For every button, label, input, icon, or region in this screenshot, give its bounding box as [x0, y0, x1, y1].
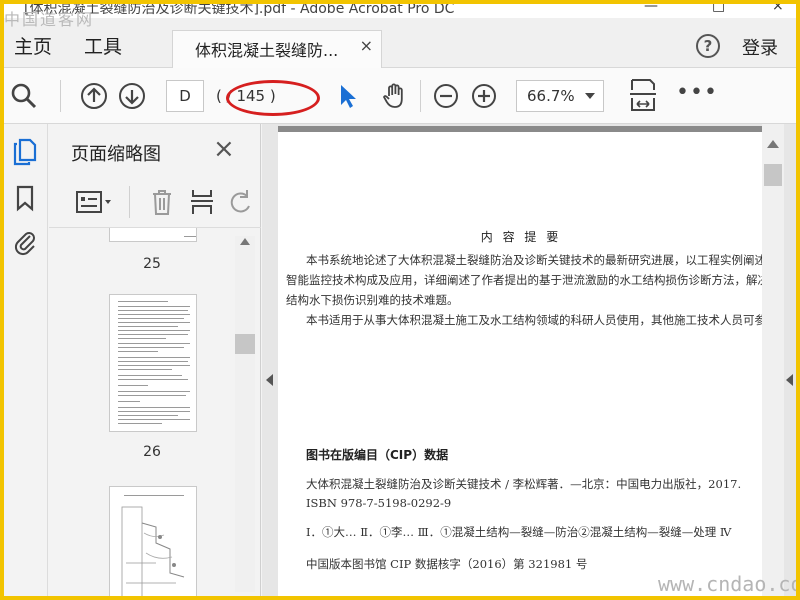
menu-home[interactable]: 主页 [14, 32, 52, 59]
search-icon[interactable] [10, 82, 38, 110]
acrobat-window: [体积混凝土裂缝防治及诊断关键技术].pdf - Adobe Acrobat P… [4, 4, 796, 596]
zoom-select[interactable]: 66.7% [516, 80, 604, 112]
chevron-down-icon [585, 93, 595, 99]
thumbnail-list: 25 26 [49, 228, 261, 596]
cip-heading: 图书在版编目（CIP）数据 [306, 448, 449, 462]
next-page-icon[interactable] [118, 82, 146, 110]
previous-page-icon[interactable] [80, 82, 108, 110]
attachment-icon[interactable] [12, 228, 38, 256]
menu-tools[interactable]: 工具 [84, 32, 122, 59]
zoom-value: 66.7% [527, 87, 575, 105]
panel-close-icon[interactable]: × [213, 134, 235, 164]
thumbnail-label: 25 [143, 256, 161, 272]
annotation-circle [226, 80, 320, 116]
panel-title: 页面缩略图 [71, 144, 161, 165]
delete-page-icon[interactable] [149, 188, 175, 216]
toolbar: D ( / 145 ) 66.7% ••• [4, 68, 796, 124]
maximize-button[interactable]: □ [712, 4, 725, 14]
page-number-input[interactable]: D [166, 80, 204, 112]
document-tab[interactable]: 体积混凝土裂缝防... × [172, 30, 382, 68]
page-paragraph-line: 本书适用于从事大体积混凝土施工及水工结构领域的科研人员使用，其他施工技术人员可参… [306, 313, 764, 327]
expand-right-pane-icon[interactable] [786, 374, 793, 386]
thumbnail-diagram [121, 506, 185, 596]
watermark-top: 中国道客网 [4, 10, 95, 29]
thumbnail-page[interactable] [109, 486, 197, 596]
page-thumbnails-icon[interactable] [12, 138, 38, 166]
more-tools-icon[interactable]: ••• [676, 80, 718, 105]
page-paragraph-line: 本书系统地论述了大体积混凝土裂缝防治及诊断关键技术的最新研究进展，以工程实例阐述… [306, 253, 764, 267]
cip-line: ISBN 978-7-5198-0292-9 [306, 496, 452, 510]
fit-page-icon[interactable] [628, 78, 658, 112]
page-paragraph-line: 结构水下损伤识别难的技术难题。 [286, 293, 459, 307]
toolbar-separator [60, 80, 61, 112]
scroll-up-icon[interactable] [240, 238, 250, 245]
zoom-in-icon[interactable] [470, 82, 498, 110]
close-window-button[interactable]: × [772, 4, 784, 14]
document-tab-label: 体积混凝土裂缝防... [195, 41, 339, 60]
insert-page-icon[interactable] [189, 188, 215, 216]
thumbnail-options-icon[interactable] [75, 190, 115, 214]
scroll-up-icon[interactable] [767, 140, 779, 148]
page-paragraph-line: 智能监控技术构成及应用，详细阐述了作者提出的基于泄流激励的水工结构损伤诊断方法，… [286, 273, 764, 287]
menu-bar: 主页 工具 体积混凝土裂缝防... × ? 登录 [4, 18, 796, 68]
tab-close-icon[interactable]: × [360, 36, 373, 55]
panel-toolbar [49, 176, 261, 228]
cip-line: 中国版本图书馆 CIP 数据核字（2016）第 321981 号 [306, 557, 588, 571]
login-link[interactable]: 登录 [742, 34, 778, 60]
navigation-rail [4, 124, 48, 596]
help-icon[interactable]: ? [696, 34, 720, 58]
thumbnail-page[interactable] [109, 228, 197, 242]
title-bar: [体积混凝土裂缝防治及诊断关键技术].pdf - Adobe Acrobat P… [4, 4, 796, 18]
panel-toolbar-separator [129, 186, 130, 218]
zoom-out-icon[interactable] [432, 82, 460, 110]
cip-line: Ⅰ．①大… Ⅱ．①李… Ⅲ．①混凝土结构—裂缝—防治②混凝土结构—裂缝—处理 Ⅳ [306, 525, 732, 539]
rotate-page-icon[interactable] [227, 188, 253, 216]
document-viewport[interactable]: 内 容 提 要 本书系统地论述了大体积混凝土裂缝防治及诊断关键技术的最新研究进展… [262, 124, 796, 596]
document-scrollbar[interactable] [762, 124, 784, 596]
thumbnail-label: 26 [143, 444, 161, 460]
bookmark-icon[interactable] [12, 184, 38, 212]
toolbar-separator [420, 80, 421, 112]
collapse-panel-icon[interactable] [266, 374, 273, 386]
select-cursor-icon[interactable] [334, 82, 362, 110]
scrollbar-thumb[interactable] [764, 164, 782, 186]
cip-line: 大体积混凝土裂缝防治及诊断关键技术 / 李松辉著．—北京：中国电力出版社，201… [306, 477, 742, 491]
pdf-page: 内 容 提 要 本书系统地论述了大体积混凝土裂缝防治及诊断关键技术的最新研究进展… [278, 126, 764, 596]
thumbnails-panel: 页面缩略图 × 25 26 [49, 124, 261, 596]
page-heading: 内 容 提 要 [480, 230, 562, 244]
scrollbar-thumb[interactable] [235, 334, 255, 354]
minimize-button[interactable]: — [644, 4, 658, 14]
watermark-bottom: www.cndao.com [658, 572, 796, 596]
thumbnail-page[interactable] [109, 294, 197, 432]
hand-tool-icon[interactable] [380, 82, 408, 110]
thumbnail-scrollbar[interactable] [235, 236, 255, 592]
